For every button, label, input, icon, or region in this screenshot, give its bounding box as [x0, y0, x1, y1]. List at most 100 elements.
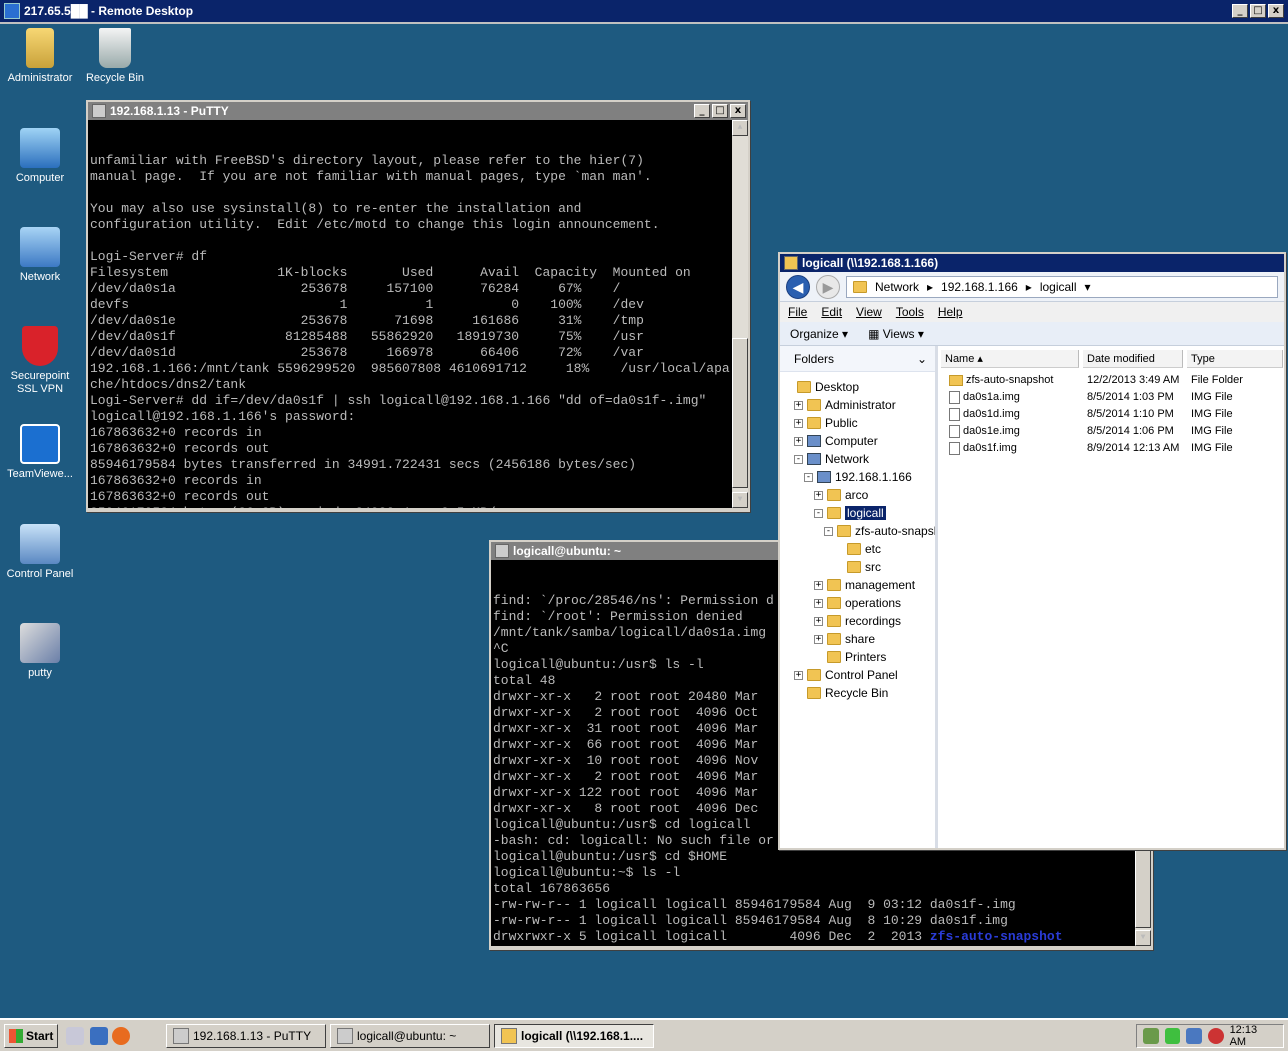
desktop-icon-administrator[interactable]: Administrator [4, 28, 76, 85]
menu-file[interactable]: File [788, 305, 807, 319]
expand-icon[interactable]: + [794, 418, 803, 428]
file-name[interactable]: da0s1e.img [949, 423, 1085, 440]
putty-titlebar[interactable]: 192.168.1.13 - PuTTY _ □ x [88, 102, 748, 120]
network-tray-icon[interactable] [1186, 1028, 1202, 1044]
breadcrumb-logicall[interactable]: logicall [1040, 280, 1077, 294]
tree-item[interactable]: src [834, 558, 881, 576]
putty-window[interactable]: 192.168.1.13 - PuTTY _ □ x unfamiliar wi… [86, 100, 750, 512]
tree-item[interactable]: Desktop [784, 378, 859, 396]
task-explorer[interactable]: logicall (\\192.168.1.... [494, 1024, 654, 1048]
close-button[interactable]: x [1268, 4, 1284, 18]
tree-item[interactable]: Printers [814, 648, 886, 666]
collapse-icon[interactable]: - [814, 508, 823, 518]
breadcrumb-network[interactable]: Network [875, 280, 919, 294]
minimize-button[interactable]: _ [694, 104, 710, 118]
maximize-button[interactable]: □ [712, 104, 728, 118]
tree-item[interactable]: - logicall [814, 504, 886, 522]
tree-item[interactable]: + share [814, 630, 875, 648]
putty-terminal-line: Logi-Server# df [90, 249, 208, 264]
volume-muted-icon[interactable] [1207, 1028, 1224, 1044]
scroll-down-button[interactable]: ▼ [732, 492, 748, 508]
desktop-icon-recycle-bin[interactable]: Recycle Bin [79, 28, 151, 85]
scroll-down-button[interactable]: ▼ [1135, 930, 1151, 946]
organize-button[interactable]: Organize ▾ [790, 327, 848, 341]
quicklaunch-firefox-icon[interactable] [112, 1027, 130, 1045]
expand-icon[interactable]: + [814, 634, 823, 644]
tree-item-label: operations [845, 596, 902, 610]
tree-item[interactable]: etc [834, 540, 881, 558]
tree-item[interactable]: + Public [794, 414, 858, 432]
column-header-name[interactable]: Name ▴ [941, 350, 1079, 368]
tree-item[interactable]: + recordings [814, 612, 901, 630]
tree-item[interactable]: Recycle Bin [794, 684, 888, 702]
file-name[interactable]: da0s1a.img [949, 389, 1085, 406]
desktop-icon-putty[interactable]: putty [4, 623, 76, 680]
putty-scrollbar[interactable]: ▲ ▼ [732, 120, 748, 508]
tree-item[interactable]: + Computer [794, 432, 878, 450]
scrollbar-thumb[interactable] [732, 338, 748, 488]
desktop-icon-securepoint-vpn[interactable]: Securepoint SSL VPN [4, 326, 76, 396]
close-button[interactable]: x [730, 104, 746, 118]
expand-icon[interactable]: + [794, 670, 803, 680]
putty-icon [20, 623, 60, 663]
back-button[interactable]: ◀ [786, 274, 810, 299]
breadcrumb[interactable]: Network ▸ 192.168.1.166 ▸ logicall ▾ [846, 275, 1278, 298]
tree-item[interactable]: - zfs-auto-snapshot [824, 522, 935, 540]
expand-icon[interactable]: + [814, 490, 823, 500]
tree-item-label: Administrator [825, 398, 896, 412]
menu-tools[interactable]: Tools [896, 305, 924, 319]
remote-desktop-titlebar[interactable]: 217.65.5██ - Remote Desktop _ □ x [0, 0, 1288, 24]
explorer-window[interactable]: logicall (\\192.168.1.166) ◀ ▶ Network ▸ … [778, 252, 1286, 850]
expand-icon[interactable]: + [814, 616, 823, 626]
collapse-icon[interactable]: - [804, 472, 813, 482]
tree-item[interactable]: - Network [794, 450, 869, 468]
folders-header[interactable]: Folders ⌄ [780, 346, 935, 372]
putty-terminal-line: 167863632+0 records out [90, 489, 270, 504]
files-pane[interactable]: Name ▴ Date modified Type zfs-auto-snaps… [941, 346, 1284, 848]
desktop-icon-teamviewer[interactable]: TeamViewe... [4, 424, 76, 481]
column-header-type[interactable]: Type [1187, 350, 1283, 368]
task-putty[interactable]: 192.168.1.13 - PuTTY [166, 1024, 326, 1048]
breadcrumb-host[interactable]: 192.168.1.166 [941, 280, 1018, 294]
file-name[interactable]: da0s1f.img [949, 440, 1085, 457]
desktop-icon-computer[interactable]: Computer [4, 128, 76, 185]
vpn-tray-icon[interactable] [1143, 1028, 1159, 1044]
expand-icon[interactable]: + [794, 400, 803, 410]
forward-button[interactable]: ▶ [816, 274, 840, 299]
menu-edit[interactable]: Edit [821, 305, 842, 319]
task-ubuntu-terminal[interactable]: logicall@ubuntu: ~ [330, 1024, 490, 1048]
tree-item[interactable]: + management [814, 576, 915, 594]
menu-help[interactable]: Help [938, 305, 963, 319]
folder-icon [817, 471, 831, 483]
putty-terminal-output[interactable]: unfamiliar with FreeBSD's directory layo… [88, 120, 748, 508]
system-tray: 12:13 AM [1136, 1024, 1284, 1048]
clock[interactable]: 12:13 AM [1230, 1024, 1275, 1048]
quicklaunch-explorer-icon[interactable] [66, 1027, 84, 1045]
security-tray-icon[interactable] [1164, 1028, 1181, 1044]
quicklaunch-desktop-icon[interactable] [90, 1027, 108, 1045]
file-name[interactable]: zfs-auto-snapshot [949, 372, 1085, 389]
explorer-titlebar[interactable]: logicall (\\192.168.1.166) [780, 254, 1284, 272]
column-header-date[interactable]: Date modified [1083, 350, 1183, 368]
scroll-up-button[interactable]: ▲ [732, 120, 748, 136]
collapse-icon[interactable]: - [824, 526, 833, 536]
folders-pane[interactable]: Folders ⌄ Desktop + Administrator + Public + C… [780, 346, 938, 848]
maximize-button[interactable]: □ [1250, 4, 1266, 18]
start-button[interactable]: Start [4, 1024, 58, 1048]
expand-icon[interactable]: + [814, 598, 823, 608]
expand-icon[interactable]: + [794, 436, 803, 446]
expand-icon[interactable]: + [814, 580, 823, 590]
tree-item[interactable]: - 192.168.1.166 [804, 468, 912, 486]
desktop-icon-control-panel[interactable]: Control Panel [4, 524, 76, 581]
collapse-icon[interactable]: - [794, 454, 803, 464]
views-button[interactable]: ▦ Views ▾ [868, 327, 924, 341]
tree-item[interactable]: + Administrator [794, 396, 896, 414]
tree-item[interactable]: + operations [814, 594, 901, 612]
folder-icon [827, 579, 841, 591]
minimize-button[interactable]: _ [1232, 4, 1248, 18]
tree-item[interactable]: + arco [814, 486, 868, 504]
file-name[interactable]: da0s1d.img [949, 406, 1085, 423]
desktop-icon-network[interactable]: Network [4, 227, 76, 284]
tree-item[interactable]: + Control Panel [794, 666, 898, 684]
menu-view[interactable]: View [856, 305, 882, 319]
